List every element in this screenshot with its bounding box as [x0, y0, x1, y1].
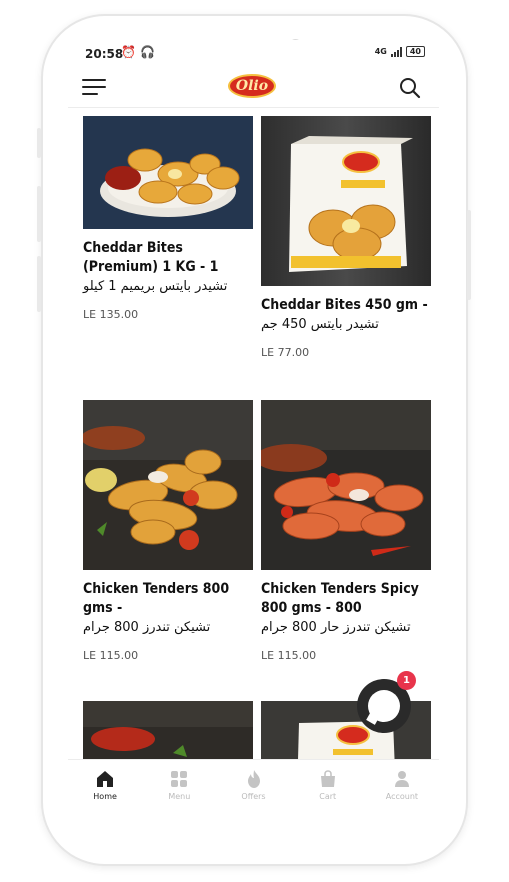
- product-card[interactable]: Chicken Tenders Spicy 800 gms - 800 تشيك…: [261, 400, 431, 662]
- nav-cart-label: Cart: [319, 792, 337, 801]
- brand-logo[interactable]: Olio: [228, 74, 276, 98]
- nav-cart[interactable]: Cart: [291, 760, 365, 815]
- product-card[interactable]: Chicken Tenders 800 gms - تشيكن تندرز 80…: [83, 400, 253, 662]
- product-price: LE 135.00: [83, 308, 139, 321]
- flame-icon: [247, 770, 260, 788]
- app-header: Olio: [68, 66, 439, 108]
- product-price: LE 77.00: [261, 346, 310, 359]
- product-card[interactable]: [83, 701, 253, 759]
- bottom-nav: Home Menu Offers Cart Account: [68, 759, 439, 815]
- product-price: LE 115.00: [83, 649, 139, 662]
- nav-home[interactable]: Home: [68, 760, 142, 815]
- nav-menu[interactable]: Menu: [142, 760, 216, 815]
- product-subtitle: تشيكن تندرز حار 800 جرام: [261, 620, 411, 635]
- phone-side-button: [37, 186, 41, 242]
- nav-offers[interactable]: Offers: [216, 760, 290, 815]
- signal-icon: [390, 46, 402, 57]
- product-image[interactable]: [261, 116, 431, 286]
- product-image[interactable]: [261, 400, 431, 570]
- product-title[interactable]: Chicken Tenders 800 gms -: [83, 580, 253, 618]
- product-image[interactable]: [83, 701, 253, 759]
- home-icon: [97, 771, 114, 787]
- product-title[interactable]: Cheddar Bites 450 gm -: [261, 296, 431, 315]
- product-subtitle: تشيدر بايتس بريميم 1 كيلو: [83, 279, 228, 294]
- app-screen: 20:58 ⏰ 🎧 4G 40 Olio Cheddar Bites (Prem…: [68, 40, 439, 815]
- bag-icon: [320, 770, 335, 787]
- network-label: 4G: [374, 47, 387, 56]
- user-icon: [394, 771, 409, 787]
- nav-home-label: Home: [93, 792, 117, 801]
- nav-account[interactable]: Account: [365, 760, 439, 815]
- product-subtitle: تشيكن تندرز 800 جرام: [83, 620, 211, 635]
- product-image[interactable]: [83, 116, 253, 229]
- product-title[interactable]: Chicken Tenders Spicy 800 gms - 800: [261, 580, 431, 618]
- status-bar: 20:58 ⏰ 🎧 4G 40: [68, 40, 439, 66]
- product-image[interactable]: [83, 400, 253, 570]
- search-icon[interactable]: [398, 76, 422, 100]
- phone-side-button: [37, 128, 41, 158]
- nav-account-label: Account: [385, 792, 419, 801]
- grid-icon: [171, 771, 188, 787]
- menu-icon[interactable]: [82, 79, 106, 97]
- status-time: 20:58: [85, 47, 124, 61]
- product-subtitle: تشيدر بايتس 450 جم: [261, 317, 379, 332]
- phone-power-button: [467, 210, 471, 300]
- nav-menu-label: Menu: [168, 792, 191, 801]
- status-right: 4G 40: [375, 46, 425, 57]
- product-card[interactable]: Cheddar Bites (Premium) 1 KG - 1 تشيدر ب…: [83, 116, 253, 321]
- battery-icon: 40: [405, 46, 425, 57]
- product-price: LE 115.00: [261, 649, 317, 662]
- chat-badge: 1: [397, 671, 416, 690]
- phone-side-button: [37, 256, 41, 312]
- product-grid: Cheddar Bites (Premium) 1 KG - 1 تشيدر ب…: [68, 109, 439, 759]
- product-card[interactable]: Cheddar Bites 450 gm - تشيدر بايتس 450 ج…: [261, 116, 431, 359]
- nav-offers-label: Offers: [241, 792, 266, 801]
- product-title[interactable]: Cheddar Bites (Premium) 1 KG - 1: [83, 239, 253, 277]
- alarm-icon: ⏰ 🎧: [121, 45, 156, 59]
